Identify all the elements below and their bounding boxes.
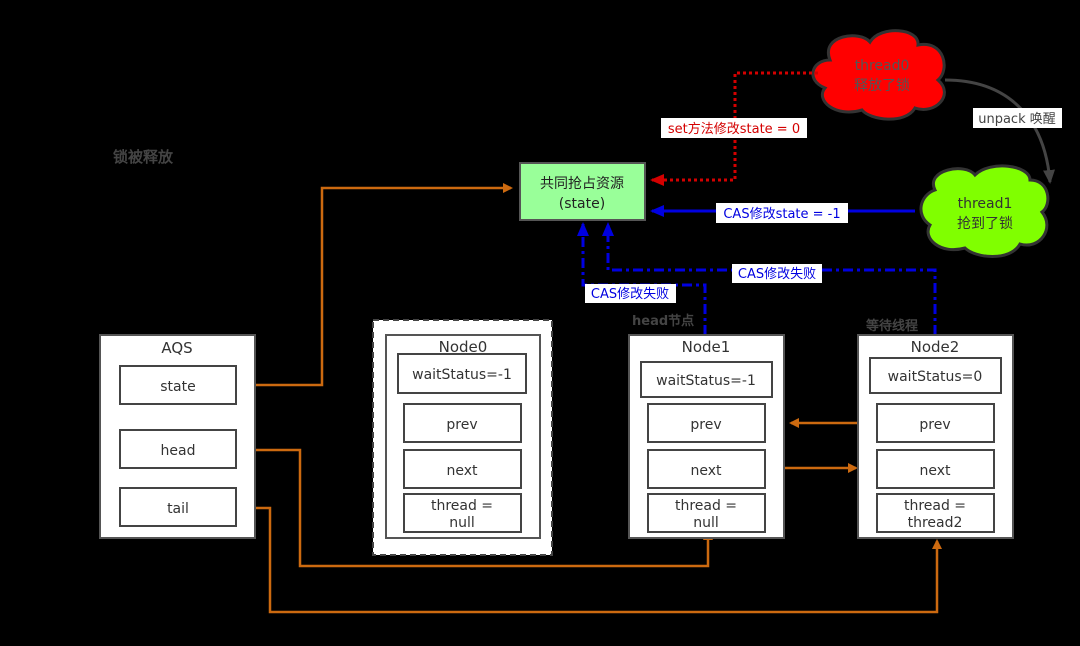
svg-text:prev: prev [446,417,477,433]
node0: Node0 waitStatus=-1 prev next thread = n… [385,334,541,539]
svg-text:抢到了锁: 抢到了锁 [957,215,1013,232]
svg-text:CAS修改失败: CAS修改失败 [591,287,669,302]
svg-text:thread0: thread0 [855,58,910,74]
svg-text:释放了锁: 释放了锁 [854,78,910,94]
svg-text:thread =: thread = [675,498,737,514]
aqs-diagram: 锁被释放 共同抢占资源 (state) thread0 释放了锁 thread1… [99,29,1062,614]
svg-text:Node2: Node2 [911,338,960,356]
svg-text:AQS: AQS [161,339,192,357]
svg-text:next: next [919,463,951,479]
cas-state-label: CAS修改state = -1 [716,203,848,223]
unpack-label: unpack 唤醒 [973,108,1062,128]
node2: Node2 waitStatus=0 prev next thread = th… [857,334,1014,539]
svg-text:prev: prev [690,417,721,433]
svg-text:set方法修改state = 0: set方法修改state = 0 [668,121,800,137]
node1: Node1 waitStatus=-1 prev next thread = n… [628,334,785,539]
svg-text:null: null [693,515,719,531]
svg-text:CAS修改state = -1: CAS修改state = -1 [723,207,840,222]
svg-text:state: state [160,379,195,395]
svg-text:next: next [690,463,722,479]
svg-text:thread1: thread1 [958,196,1013,212]
cas-fail-label-1: CAS修改失败 [585,284,676,303]
thread1-cloud: thread1 抢到了锁 [919,164,1050,258]
aqs-box: AQS state head tail [99,334,256,539]
svg-text:next: next [446,463,478,479]
svg-text:waitStatus=-1: waitStatus=-1 [656,373,756,389]
waiting-thread-annotation: 等待线程 [865,318,918,334]
tail-pointer [236,506,942,614]
svg-text:tail: tail [167,501,189,517]
svg-text:thread =: thread = [431,498,493,514]
svg-text:prev: prev [919,417,950,433]
svg-text:waitStatus=-1: waitStatus=-1 [412,367,512,383]
svg-text:head: head [161,443,196,459]
head-node-annotation: head节点 [632,313,694,329]
svg-text:thread2: thread2 [908,515,963,531]
svg-text:waitStatus=0: waitStatus=0 [888,369,983,385]
diagram-title: 锁被释放 [113,148,174,166]
svg-text:null: null [449,515,475,531]
svg-text:Node1: Node1 [682,338,731,356]
thread0-cloud: thread0 释放了锁 [811,29,946,121]
svg-text:CAS修改失败: CAS修改失败 [738,267,816,282]
svg-text:共同抢占资源: 共同抢占资源 [540,175,624,192]
cas-fail-label-2: CAS修改失败 [732,264,822,283]
svg-text:(state): (state) [559,196,605,212]
set-state-label: set方法修改state = 0 [661,118,807,138]
svg-text:thread =: thread = [904,498,966,514]
svg-text:unpack 唤醒: unpack 唤醒 [978,112,1056,127]
shared-resource: 共同抢占资源 (state) [519,162,646,221]
